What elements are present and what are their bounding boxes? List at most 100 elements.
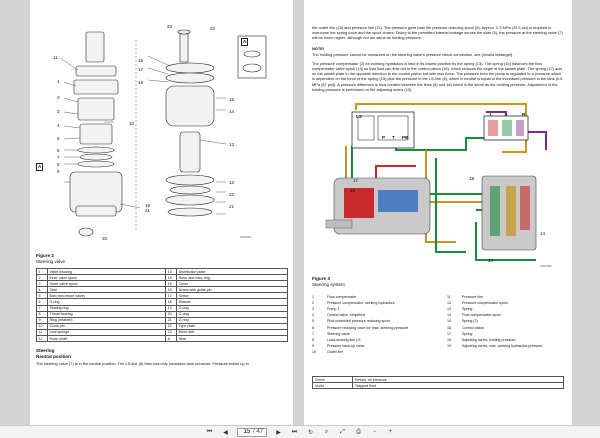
document-page-left: 23 A 22 11 1 2 3 4 5 6 7 8 9 A 10 19 20 … [30, 0, 293, 425]
viewer-toolbar: ⏮ ◀ / 47 ▶ ⏭ ↻ ⌕ ⤢ ⎙ − + [0, 425, 600, 438]
callout-label: 17 [138, 67, 144, 72]
legend-row: 10 Outlet line [312, 349, 572, 355]
legend-cell: Control piston [462, 325, 485, 330]
callout-label: 9 [57, 169, 60, 174]
legend-cell: 19 [447, 343, 451, 348]
callout-label: 6 [57, 148, 60, 153]
callout-label: 23 [167, 24, 173, 29]
parts-table: 1 Valve housing 13 Distribution plate 2 Inner… [36, 267, 288, 343]
zoom-in-icon[interactable]: + [386, 428, 395, 437]
color-legend-table: Green Return, no pressure Violet Trapped fl… [312, 376, 564, 389]
parts-table-cell: 12 [36, 335, 48, 343]
figure-title: Steering system [312, 282, 345, 287]
subsection-title: Neutral position [36, 354, 71, 359]
document-page-right: the outlet line (18) and pressure line (… [304, 0, 572, 425]
callout-label: 2 [57, 95, 60, 100]
diagram-number: 18 [469, 176, 475, 181]
color-legend-row: Violet Trapped fluid [312, 382, 564, 389]
legend-cell: 7 [312, 331, 314, 336]
parts-table-cell: Rotor shaft [46, 335, 167, 343]
diagram-number: 13 [488, 258, 494, 263]
fullscreen-icon[interactable]: ⤢ [338, 428, 347, 437]
rotate-icon[interactable]: ↻ [306, 428, 315, 437]
callout-label: 21 [145, 208, 151, 213]
diagram-number: 14 [540, 231, 546, 236]
legend-cell: Load-sensing line LS [327, 337, 361, 342]
legend-cell: Adjusting screw, holding pressure [462, 337, 516, 342]
next-page-icon[interactable]: ▶ [274, 428, 283, 437]
body-paragraph: The steering valve (7) is in the neutral… [36, 361, 249, 366]
zoom-out-icon[interactable]: − [370, 428, 379, 437]
callout-label: 3 [57, 109, 60, 114]
intro-paragraph: the outlet line (18) and pressure line (… [312, 25, 563, 41]
callout-label: 21 [229, 204, 235, 209]
callout-label: 7 [57, 155, 60, 160]
legend-cell: 14 [447, 313, 451, 318]
diagram-label-ls: LS [356, 114, 362, 119]
note-label: NOTE! [312, 46, 325, 51]
legend-cell: 17 [447, 331, 451, 336]
body-paragraph: The pressure compensator (2) for working… [312, 61, 563, 92]
color-legend-cell: Trapped fluid [352, 382, 564, 389]
legend-cell: 15 [447, 319, 451, 324]
legend-cell: 1 [312, 295, 314, 300]
steering-valve-exploded-drawing [59, 29, 267, 237]
legend-cell: Adjusting screw, max. working hydraulics… [462, 343, 543, 348]
diagram-label-l: L [490, 112, 493, 117]
diagram-image-id: L0007522 [540, 265, 552, 268]
page-number-input[interactable] [240, 428, 253, 436]
legend-cell: Pressure reducing valve for max. steerin… [327, 325, 409, 330]
prev-page-icon[interactable]: ◀ [221, 428, 230, 437]
legend-cell: 18 [447, 337, 451, 342]
search-icon[interactable]: ⌕ [322, 428, 331, 437]
legend-cell: Outlet line [327, 349, 344, 354]
legend-cell: 4 [312, 313, 314, 318]
diagram-label-pb: PB [402, 135, 409, 140]
callout-label: A [241, 38, 249, 46]
callout-label: 1 [57, 79, 60, 84]
parts-table-cell: Seal [176, 335, 288, 343]
last-page-icon[interactable]: ⏭ [290, 428, 299, 437]
callout-label: 22 [210, 26, 216, 31]
legend-cell: Spring (2) [462, 319, 478, 324]
callout-label: 11 [53, 55, 58, 60]
diagram-label-r: R [522, 112, 526, 117]
callout-label: 14 [229, 109, 235, 114]
legend-cell: Flow compensator [327, 295, 357, 300]
legend-cell: 5 [312, 319, 314, 324]
callout-label: 13 [229, 142, 235, 147]
document-viewer: 23 A 22 11 1 2 3 4 5 6 7 8 9 A 10 19 20 … [0, 0, 600, 438]
diagram-number: 16 [350, 188, 356, 193]
legend-cell: Pressure back-up valve [327, 343, 365, 348]
legend-cell: Spring [462, 331, 473, 336]
page-number-box: / 47 [236, 427, 267, 437]
callout-label: 15 [229, 97, 235, 102]
legend-cell: 6 [312, 325, 314, 330]
note-text: The holding pressure cannot be measured … [312, 52, 515, 57]
legend-cell: Pilot-controlled pressure reducing spool [327, 319, 391, 324]
parts-table-row: 12 Rotor shaft A Seal [36, 335, 288, 343]
callout-label: 8 [57, 162, 60, 167]
image-id: L0007521 [240, 236, 252, 239]
legend-cell: 2 [312, 301, 314, 306]
legend-cell: Pressure line [462, 295, 483, 300]
steering-system-legend: 1 Flow compensator 11 Pressure line 2 Pressur… [312, 294, 572, 355]
legend-cell: Steering valve [327, 331, 350, 336]
section-title: Steering [36, 348, 55, 353]
legend-cell: 3 [312, 307, 314, 312]
diagram-number: 17 [353, 178, 359, 183]
steering-system-hydraulic-diagram [325, 103, 547, 261]
print-icon[interactable]: ⎙ [354, 428, 363, 437]
figure-title: Steering valve [36, 259, 66, 264]
legend-cell: Spring [462, 307, 473, 312]
diagram-label-p: P [382, 135, 386, 140]
callout-label: A [36, 163, 44, 171]
callout-label: 5 [57, 136, 60, 141]
legend-cell: 13 [447, 307, 451, 312]
callout-label: 12 [229, 180, 235, 185]
legend-cell: 9 [312, 343, 314, 348]
first-page-icon[interactable]: ⏮ [205, 428, 214, 437]
legend-cell: Pressure compensator, working hydraulics [327, 301, 395, 306]
legend-cell: 11 [447, 295, 451, 300]
callout-label: 16 [138, 80, 144, 85]
